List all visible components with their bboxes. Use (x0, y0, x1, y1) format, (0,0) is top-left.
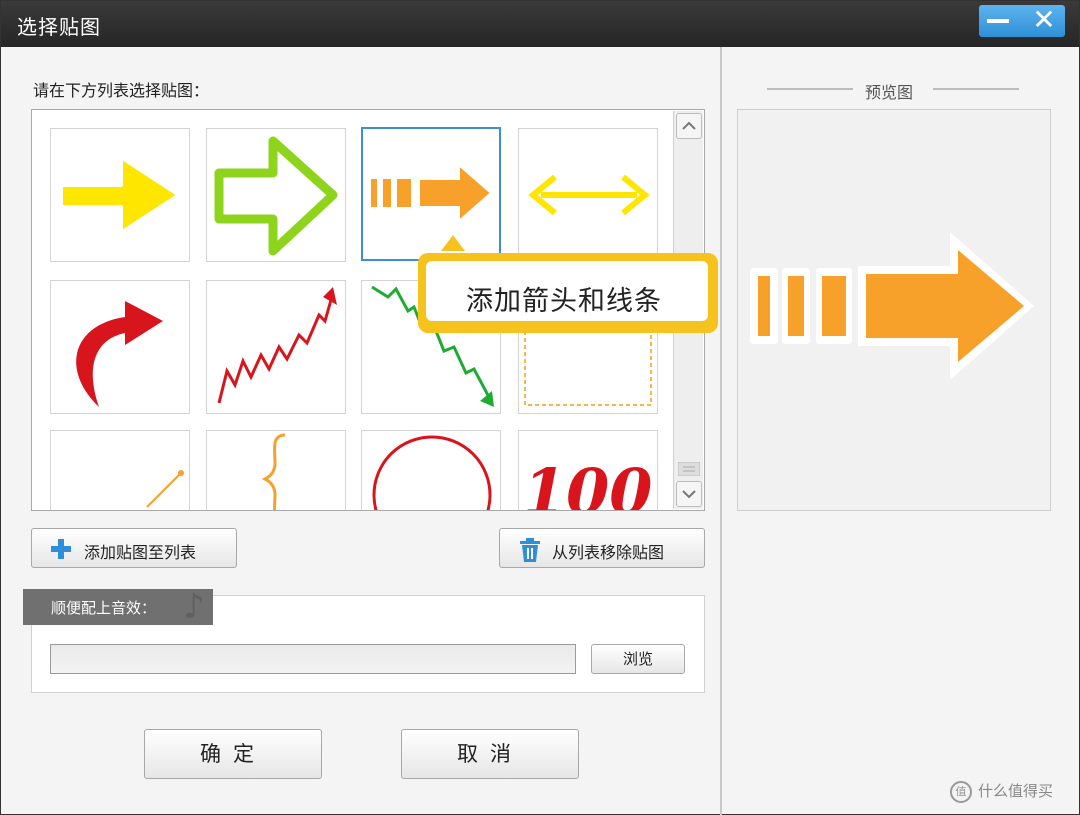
ok-button[interactable]: 确定 (144, 729, 322, 779)
yellow-double-arrow-icon (528, 174, 650, 216)
watermark-text: 什么值得买 (978, 782, 1054, 800)
red-circle-icon (372, 435, 492, 510)
sticker-tile-orange-line[interactable] (50, 430, 190, 510)
preview-header: 预览图 (767, 77, 1019, 102)
scroll-down-button[interactable] (676, 481, 702, 507)
chevron-down-icon (682, 490, 696, 499)
sticker-tile-red-rising-line[interactable] (206, 280, 346, 414)
browse-button[interactable]: 浏览 (591, 644, 685, 674)
red-rising-line-icon (217, 287, 337, 404)
preview-title: 预览图 (865, 83, 914, 102)
tooltip-pointer (441, 235, 465, 251)
sticker-tile-green-outline-arrow[interactable] (206, 128, 346, 262)
orange-brace-icon (261, 433, 286, 510)
remove-sticker-label: 从列表移除贴图 (552, 543, 665, 562)
sound-label: 顺便配上音效： (51, 599, 157, 617)
green-outline-arrow-icon (214, 136, 338, 256)
select-sticker-dialog: 选择贴图 ✕ 请在下方列表选择贴图： 100 添加箭头和线条 添加贴图至列表 从… (0, 0, 1080, 815)
music-note-icon: ♪ (183, 587, 205, 627)
minimize-button[interactable] (987, 19, 1009, 23)
scroll-up-button[interactable] (676, 113, 702, 139)
tooltip: 添加箭头和线条 (418, 253, 718, 333)
orange-striped-arrow-preview-icon (750, 232, 1034, 380)
window-controls: ✕ (979, 5, 1065, 37)
add-sticker-label: 添加贴图至列表 (84, 543, 197, 562)
title-bar: 选择贴图 ✕ (1, 1, 1079, 47)
chevron-up-icon (682, 121, 696, 130)
sticker-tile-red-100[interactable]: 100 (518, 430, 658, 511)
close-button[interactable]: ✕ (1029, 5, 1059, 37)
panel-divider (720, 47, 722, 815)
sticker-tile-orange-striped-arrow[interactable] (361, 127, 501, 261)
plus-icon (51, 539, 71, 559)
red-100-icon: 100 (523, 455, 652, 511)
red-100-text: 100 (523, 455, 652, 511)
sticker-tile-orange-brace[interactable] (206, 430, 346, 510)
watermark: 值什么值得买 (950, 780, 1053, 803)
scroll-thumb[interactable] (677, 461, 701, 480)
sticker-tile-yellow-double-arrow[interactable] (518, 128, 658, 262)
yellow-arrow-icon (59, 155, 181, 235)
trash-icon (520, 538, 540, 562)
remove-sticker-button[interactable]: 从列表移除贴图 (499, 528, 705, 568)
watermark-logo-icon: 值 (950, 780, 972, 803)
sticker-tile-yellow-arrow[interactable] (50, 128, 190, 262)
tooltip-text: 添加箭头和线条 (466, 286, 662, 317)
red-curved-arrow-icon (76, 301, 163, 407)
orange-striped-arrow-icon (371, 162, 493, 224)
preview-box (737, 109, 1051, 511)
sticker-tile-red-circle[interactable] (361, 430, 501, 510)
orange-line-icon (146, 470, 184, 508)
window-title: 选择贴图 (17, 15, 101, 39)
add-sticker-button[interactable]: 添加贴图至列表 (31, 528, 237, 568)
list-prompt: 请在下方列表选择贴图： (33, 81, 210, 100)
sound-file-input[interactable] (50, 644, 576, 674)
cancel-button[interactable]: 取消 (401, 729, 579, 779)
sticker-tile-red-curved-arrow[interactable] (50, 280, 190, 414)
